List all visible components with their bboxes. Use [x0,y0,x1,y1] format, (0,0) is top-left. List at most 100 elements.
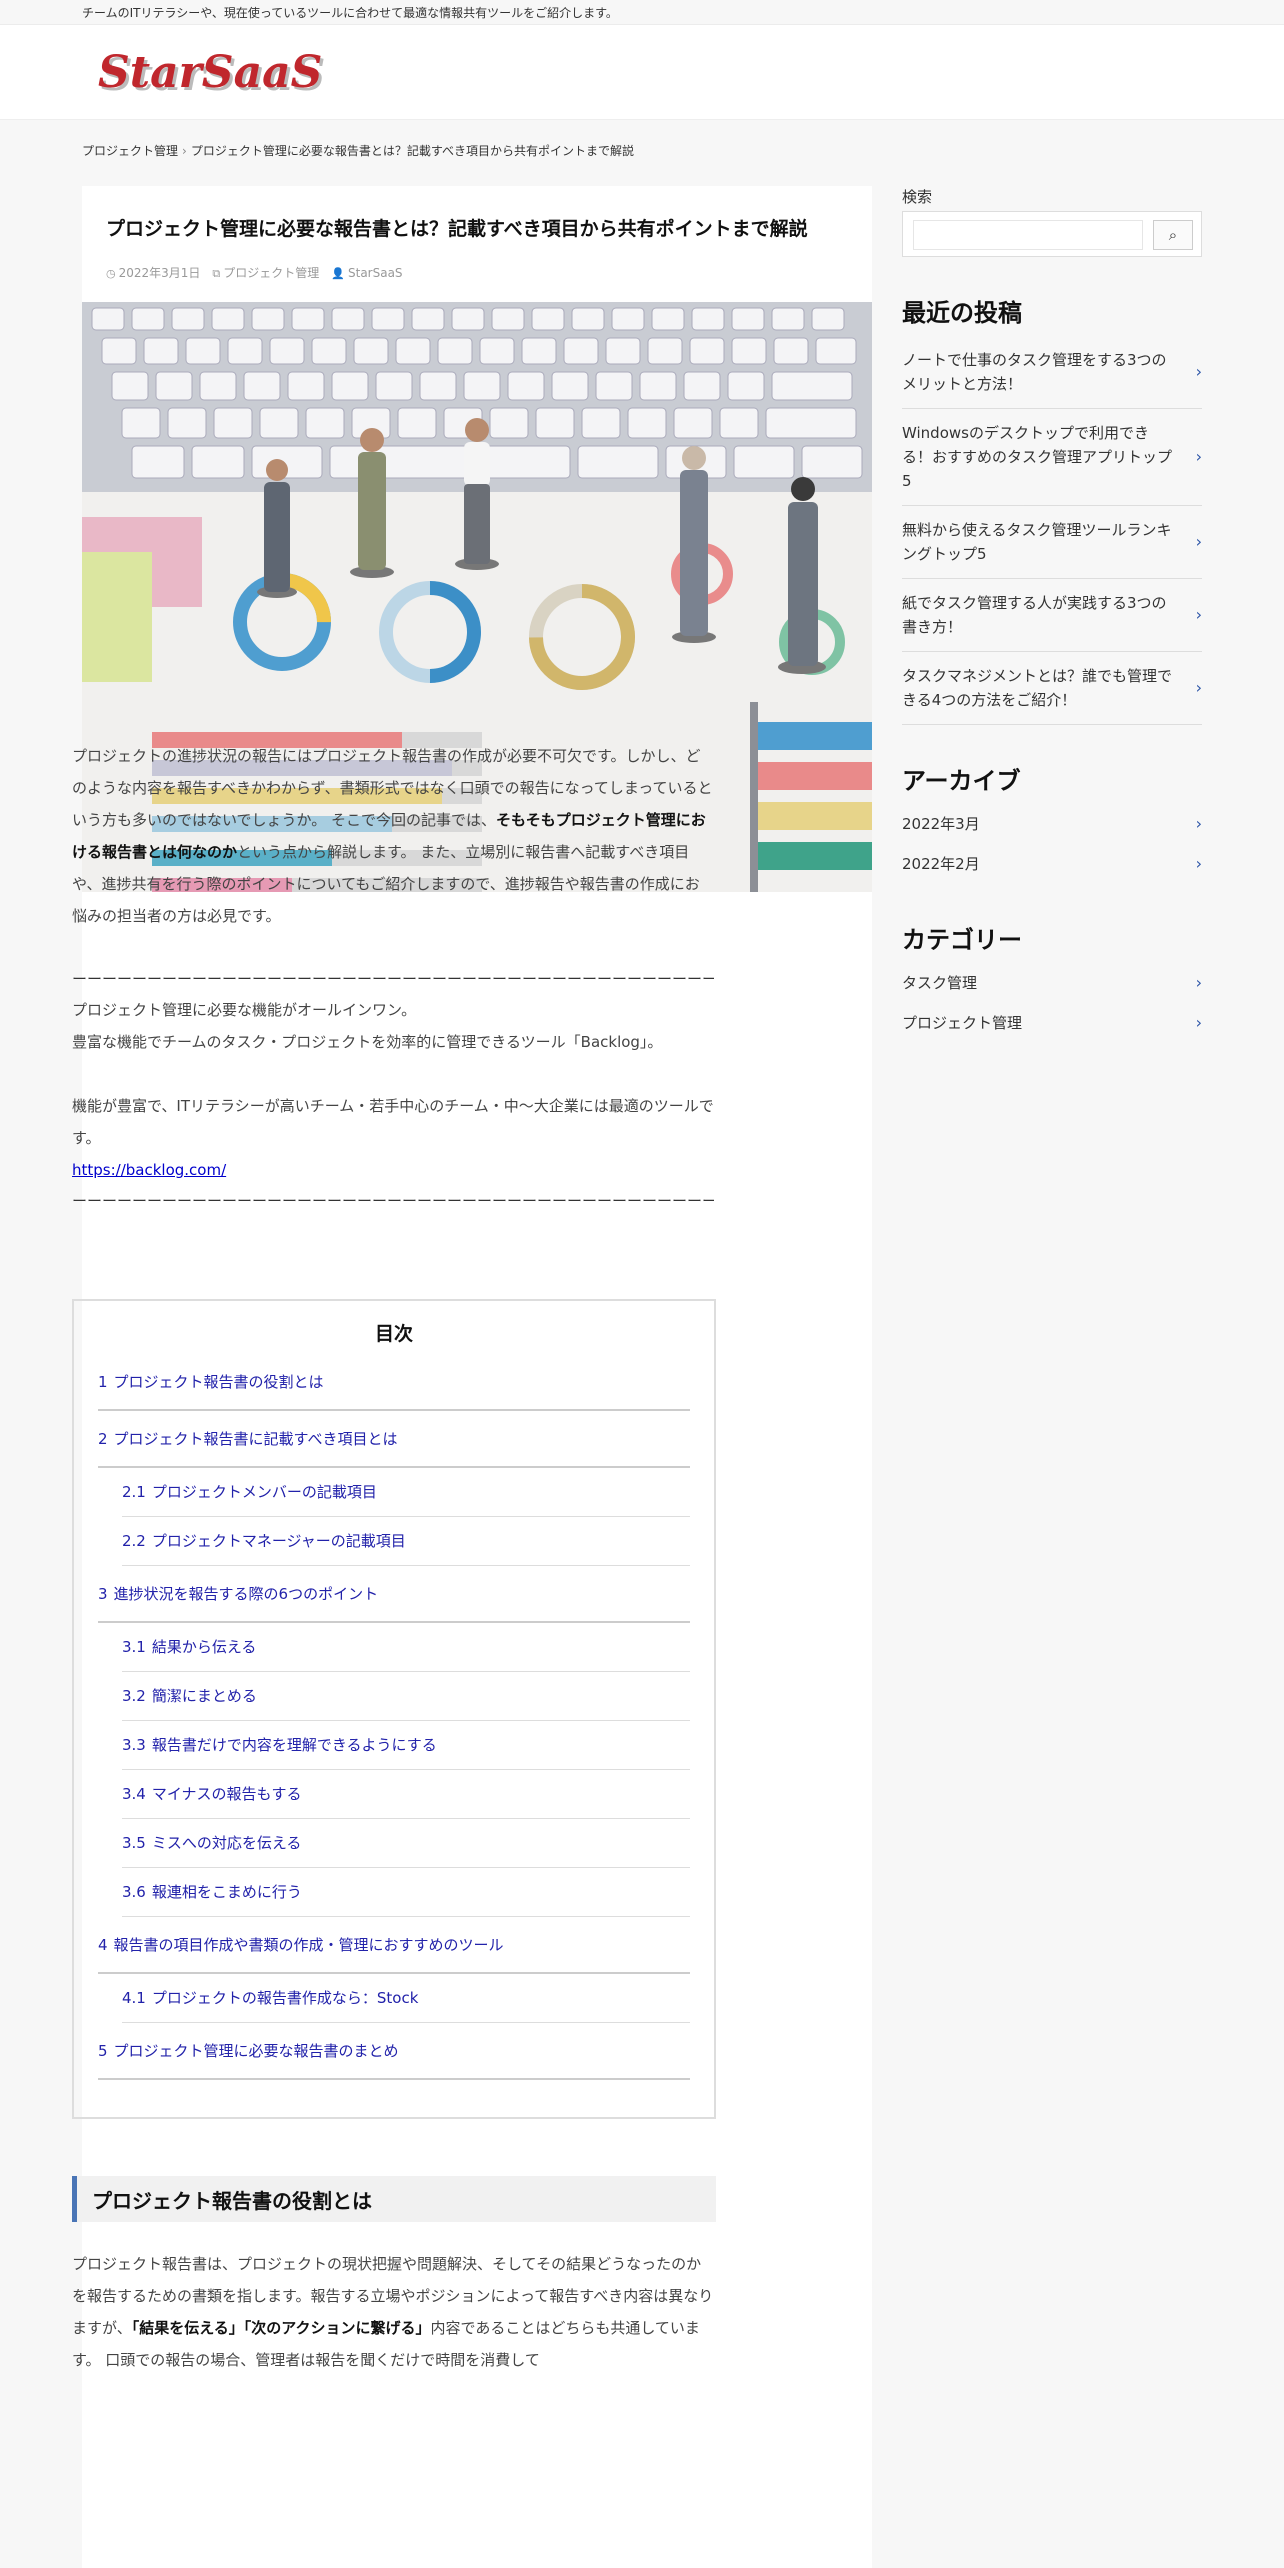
section-heading: プロジェクト報告書の役割とは [72,2176,716,2222]
recent-post-item[interactable]: タスクマネジメントとは？誰でも管理できる4つの方法をご紹介！ › [902,652,1202,725]
post-meta: ◷ 2022年3月1日 ⧉ プロジェクト管理 👤 StarSaaS [106,264,403,281]
ad-line-3: 機能が豊富で、ITリテラシーが高いチーム・若手中心のチーム・中〜大企業には最適の… [72,1097,714,1147]
category-item[interactable]: タスク管理 › [902,963,1202,1003]
chevron-right-icon: › [1195,1013,1202,1032]
archive-item[interactable]: 2022年2月 › [902,844,1202,884]
toc-item-label: プロジェクト報告書の役割とは [113,1373,324,1391]
recent-post-item-label: Windowsのデスクトップで利用できる！おすすめのタスク管理アプリトップ5 [902,424,1173,490]
recent-post-item[interactable]: 紙でタスク管理する人が実践する3つの書き方！ › [902,579,1202,652]
recent-post-item-label: タスクマネジメントとは？誰でも管理できる4つの方法をご紹介！ [902,667,1173,709]
toc-item[interactable]: 4 報告書の項目作成や書類の作成・管理におすすめのツール [98,1917,690,1974]
toc-item[interactable]: 3.5 ミスへの対応を伝える [122,1819,690,1868]
toc-item-label: 報連相をこまめに行う [151,1883,302,1901]
recent-post-item-label: 無料から使えるタスク管理ツールランキングトップ5 [902,521,1172,563]
toc-item[interactable]: 3.4 マイナスの報告もする [122,1770,690,1819]
toc-item[interactable]: 3.6 報連相をこまめに行う [122,1868,690,1917]
toc-item-label: 結果から伝える [151,1638,257,1656]
ad-line-2: 豊富な機能でチームのタスク・プロジェクトを効率的に管理できるツール「Backlo… [72,1033,663,1051]
breadcrumb-home[interactable]: プロジェクト管理 [82,144,178,158]
recent-posts-title: 最近の投稿 [902,299,1022,327]
intro-paragraph: プロジェクトの進捗状況の報告にはプロジェクト報告書の作成が必要不可欠です。しかし… [72,747,713,925]
toc-item-label: プロジェクト管理に必要な報告書のまとめ [113,2042,399,2060]
recent-post-item[interactable]: 無料から使えるタスク管理ツールランキングトップ5 › [902,506,1202,579]
recent-post-item-label: ノートで仕事のタスク管理をする3つのメリットと方法！ [902,351,1167,393]
category-item[interactable]: プロジェクト管理 › [902,1003,1202,1043]
toc-item-number: 2.2 [122,1532,146,1550]
toc-item-label: マイナスの報告もする [151,1785,302,1803]
chevron-right-icon: › [1195,814,1202,833]
chevron-right-icon: › [1195,605,1202,624]
post-date: ◷ 2022年3月1日 [106,266,201,280]
toc-item-label: プロジェクト報告書に記載すべき項目とは [113,1430,398,1448]
toc-item-label: 報告書の項目作成や書類の作成・管理におすすめのツール [113,1936,504,1954]
toc-item-number: 1 [98,1373,108,1391]
archive-title: アーカイブ [902,767,1021,795]
section-body: プロジェクト報告書は、プロジェクトの現状把握や問題解決、そしてその結果どうなった… [72,2248,716,2376]
toc-list: 1 プロジェクト報告書の役割とは 2 プロジェクト報告書に記載すべき項目とは 2.1 プロ… [98,1354,690,2080]
category-item-label: タスク管理 [902,974,978,992]
toc-item[interactable]: 2.1 プロジェクトメンバーの記載項目 [122,1468,690,1517]
toc-item-label: ミスへの対応を伝える [151,1834,302,1852]
category-item-label: プロジェクト管理 [902,1014,1023,1032]
toc-item-number: 5 [98,2042,108,2060]
toc-item-number: 4 [98,1936,108,1954]
toc-item-number: 3 [98,1585,108,1603]
toc-item-label: 簡潔にまとめる [151,1687,257,1705]
toc-item[interactable]: 2 プロジェクト報告書に記載すべき項目とは [98,1411,690,1468]
toc-item-number: 3.4 [122,1785,146,1803]
recent-post-item[interactable]: ノートで仕事のタスク管理をする3つのメリットと方法！ › [902,336,1202,409]
toc-item-number: 2.1 [122,1483,146,1501]
chevron-right-icon: › [1195,532,1202,551]
post-author[interactable]: 👤 StarSaaS [331,266,402,280]
post-category[interactable]: ⧉ プロジェクト管理 [212,264,319,281]
user-icon: 👤 [331,266,345,280]
clock-icon: ◷ [106,267,116,280]
toc-title: 目次 [374,1323,413,1345]
toc-item[interactable]: 1 プロジェクト報告書の役割とは [98,1354,690,1411]
search-button[interactable]: ⌕ [1153,220,1193,250]
breadcrumb-current: プロジェクト管理に必要な報告書とは？記載すべき項目から共有ポイントまで解説 [190,144,634,158]
chevron-right-icon: › [1195,362,1202,381]
chevron-right-icon: › [1195,447,1202,466]
toc-item-label: 報告書だけで内容を理解できるようにする [151,1736,437,1754]
archive-item[interactable]: 2022年3月 › [902,804,1202,844]
page-title: プロジェクト管理に必要な報告書とは？記載すべき項目から共有ポイントまで解説 [106,218,808,240]
folder-icon: ⧉ [212,267,221,280]
site-header: StarSaaS StarSaaS [0,24,1284,120]
section-paragraph: プロジェクト報告書は、プロジェクトの現状把握や問題解決、そしてその結果どうなった… [72,2255,714,2369]
recent-posts-list: ノートで仕事のタスク管理をする3つのメリットと方法！ › Windowsのデスクトッ… [902,336,1202,725]
recent-post-item[interactable]: Windowsのデスクトップで利用できる！おすすめのタスク管理アプリトップ5 › [902,409,1202,506]
toc-item-label: プロジェクトマネージャーの記載項目 [151,1532,406,1550]
toc-item[interactable]: 3.2 簡潔にまとめる [122,1672,690,1721]
category-title: カテゴリー [902,926,1022,954]
toc-item[interactable]: 4.1 プロジェクトの報告書作成なら：Stock [122,1974,690,2023]
toc-item[interactable]: 3.3 報告書だけで内容を理解できるようにする [122,1721,690,1770]
archive-item-label: 2022年2月 [902,855,980,873]
search-input[interactable] [913,220,1143,250]
toc-item-label: プロジェクトの報告書作成なら：Stock [151,1989,419,2007]
divider-bottom: ーーーーーーーーーーーーーーーーーーーーーーーーーーーーーーーーーーーーーーーー… [72,1192,714,1210]
header-tagline: チームのITリテラシーや、現在使っているツールに合わせて最適な情報共有ツールをご… [0,0,1284,24]
chevron-right-icon: › [1195,854,1202,873]
svg-text:StarSaaS: StarSaaS [98,47,322,98]
toc-item[interactable]: 3 進捗状況を報告する際の6つのポイント [98,1566,690,1623]
toc-item-number: 3.2 [122,1687,146,1705]
archive-item-label: 2022年3月 [902,815,980,833]
toc-item[interactable]: 3.1 結果から伝える [122,1623,690,1672]
sidebar: 検索 ⌕ 最近の投稿 ノートで仕事のタスク管理をする3つのメリットと方法！ › Wi… [902,186,1202,1043]
divider-top: ーーーーーーーーーーーーーーーーーーーーーーーーーーーーーーーーーーーーーーーー… [72,970,714,988]
search-label: 検索 [902,188,933,206]
breadcrumb: プロジェクト管理 › プロジェクト管理に必要な報告書とは？記載すべき項目から共有ポイ… [82,142,634,159]
backlog-link[interactable]: https://backlog.com/ [72,1161,226,1179]
category-list: タスク管理 › プロジェクト管理 › [902,963,1202,1043]
chevron-right-icon: › [1195,973,1202,992]
toc-item[interactable]: 2.2 プロジェクトマネージャーの記載項目 [122,1517,690,1566]
toc-item-number: 3.1 [122,1638,146,1656]
search-form: ⌕ [902,211,1202,257]
toc-item[interactable]: 5 プロジェクト管理に必要な報告書のまとめ [98,2023,690,2080]
site-logo[interactable]: StarSaaS StarSaaS [92,39,342,103]
recent-post-item-label: 紙でタスク管理する人が実践する3つの書き方！ [902,594,1167,636]
search-icon: ⌕ [1168,226,1178,244]
breadcrumb-separator: › [182,144,187,158]
toc-item-label: プロジェクトメンバーの記載項目 [151,1483,377,1501]
